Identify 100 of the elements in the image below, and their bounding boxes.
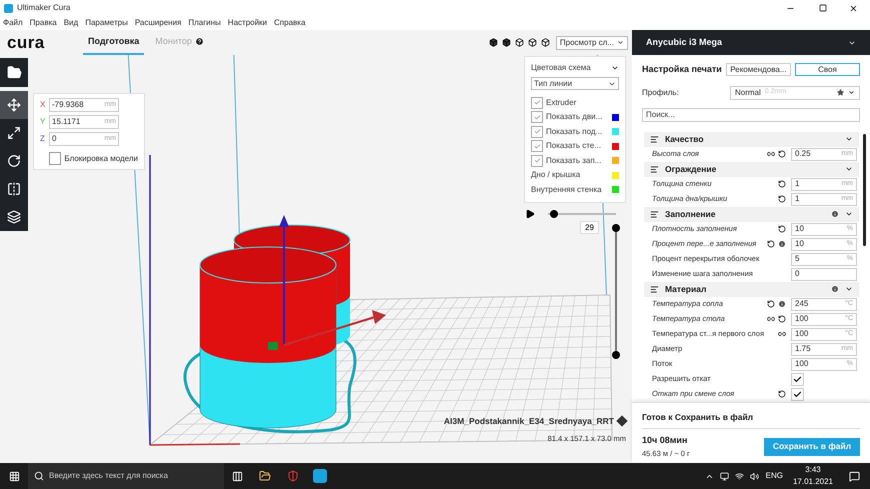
layers-icon — [7, 210, 21, 224]
layer-number-field[interactable]: 29 — [580, 221, 599, 234]
print-setup-title: Настройка печати — [642, 63, 722, 76]
chevron-down-icon — [617, 39, 624, 46]
color-scheme-label: Цветовая схема — [531, 62, 591, 74]
settings-section-header[interactable]: Материал — [644, 282, 859, 296]
profile-label: Профиль: — [642, 86, 680, 98]
scrollbar[interactable] — [863, 134, 866, 246]
file-explorer-icon[interactable] — [259, 470, 271, 482]
slice-status: Готов к Сохранить в файл — [642, 410, 754, 424]
app-logo-icon — [4, 4, 13, 12]
axis-label: Z — [40, 133, 46, 145]
model-name: AI3M_Podstakannik_E34_Srednyaya_RRT — [444, 415, 614, 428]
notification-icon[interactable] — [849, 470, 860, 482]
category-icon — [650, 210, 659, 218]
close-icon[interactable] — [849, 4, 858, 12]
setting-field[interactable]: 0 — [791, 268, 857, 280]
slider-handle[interactable] — [550, 210, 558, 218]
maximize-icon[interactable] — [819, 4, 827, 12]
menu-item[interactable]: Настройки — [228, 17, 268, 29]
open-file-button[interactable] — [0, 58, 28, 87]
taskbar-search-field[interactable]: Введите здесь текст для поиска — [28, 463, 224, 489]
view-cube-icon[interactable] — [540, 38, 550, 47]
legend-label: Внутренняя стенка — [531, 184, 603, 196]
search-field[interactable]: Поиск... — [642, 108, 860, 122]
star-icon — [837, 89, 844, 96]
help-icon — [194, 37, 204, 46]
category-icon — [650, 164, 659, 174]
scale-icon — [7, 126, 21, 140]
category-icon — [650, 134, 659, 144]
layer-checkbox[interactable] — [531, 126, 543, 138]
menu-item[interactable]: Плагины — [188, 17, 221, 29]
layer-checkbox[interactable] — [531, 140, 543, 152]
chevron-down-icon — [848, 89, 855, 96]
layer-checkbox[interactable] — [531, 111, 543, 124]
menu-item[interactable]: Вид — [64, 17, 78, 29]
chevron-down-icon — [845, 165, 853, 173]
print-time: 10ч 08мин — [642, 434, 688, 448]
view-mode-dropdown[interactable]: Просмотр сл... — [556, 36, 628, 50]
reset-icon[interactable] — [778, 195, 786, 203]
rotate-icon — [7, 154, 21, 168]
setting-checkbox[interactable] — [791, 372, 804, 386]
legend-label: Дно / крышка — [531, 169, 582, 182]
tool-button[interactable] — [0, 91, 28, 119]
reset-icon[interactable] — [778, 315, 786, 323]
window-title: Ultimaker Cura — [17, 2, 72, 14]
lock-checkbox[interactable] — [49, 152, 62, 165]
play-button[interactable] — [525, 209, 535, 219]
legend-label: Показать сте... — [546, 140, 602, 152]
layer-checkbox[interactable] — [531, 154, 543, 167]
slider-handle[interactable] — [612, 351, 620, 359]
chevron-down-icon — [845, 285, 853, 293]
printer-selector[interactable]: Anycubic i3 Mega — [632, 30, 870, 55]
settings-section-header[interactable]: Ограждение — [644, 162, 859, 176]
stage-tab[interactable]: Подготовка — [83, 30, 144, 55]
setup-mode-tab[interactable]: Своя — [794, 63, 860, 76]
wifi-icon[interactable] — [734, 472, 744, 480]
speaker-icon[interactable] — [750, 472, 759, 480]
menu-item[interactable]: Файл — [3, 17, 23, 29]
legend-label: Показать под... — [546, 126, 604, 138]
lock-label: Блокировка модели — [64, 152, 138, 164]
slider-handle[interactable] — [612, 224, 620, 232]
play-icon — [525, 209, 535, 219]
settings-section-header[interactable]: Заполнение — [644, 206, 859, 222]
reset-icon[interactable] — [778, 390, 786, 398]
chevron-down-icon — [845, 135, 853, 143]
menu-item[interactable]: Справка — [274, 17, 306, 29]
tool-button[interactable] — [0, 119, 28, 147]
monitor-icon[interactable] — [720, 472, 729, 480]
reset-icon[interactable] — [778, 180, 786, 188]
legend-label: Extruder — [546, 96, 578, 109]
reset-icon[interactable] — [778, 225, 786, 233]
legend-label: Показать дви... — [546, 111, 604, 124]
view-cube-icon[interactable] — [502, 38, 511, 47]
legend-label: Показать зап... — [546, 154, 602, 167]
language-indicator[interactable]: ENG — [766, 470, 783, 482]
setup-mode-tab[interactable]: Рекомендова... — [726, 63, 791, 76]
settings-section-header[interactable]: Качество — [644, 132, 859, 146]
category-icon — [650, 284, 659, 294]
axis-label: Y — [40, 116, 46, 128]
tool-button[interactable] — [0, 203, 28, 231]
view-cube-icon[interactable] — [528, 38, 537, 47]
setting-checkbox[interactable] — [791, 388, 804, 400]
reset-icon[interactable] — [767, 240, 775, 248]
view-cube-icon[interactable] — [514, 38, 524, 47]
task-view-icon[interactable] — [232, 470, 243, 482]
browser-icon[interactable] — [287, 470, 299, 482]
menu-item[interactable]: Правка — [30, 17, 57, 29]
layer-checkbox[interactable] — [531, 96, 543, 109]
mirror-icon — [7, 182, 21, 196]
menu-item[interactable]: Расширения — [134, 17, 182, 29]
reset-icon[interactable] — [767, 300, 775, 308]
view-cube-icon[interactable] — [488, 38, 498, 47]
line-type-dropdown[interactable]: Тип линии — [531, 77, 619, 90]
reset-icon[interactable] — [778, 150, 786, 158]
chevron-down-icon — [845, 210, 853, 218]
move-icon — [7, 98, 21, 112]
clock[interactable]: 3:43 17.01.2021 — [792, 464, 833, 488]
search-icon — [34, 471, 44, 481]
menu-item[interactable]: Параметры — [85, 17, 128, 29]
